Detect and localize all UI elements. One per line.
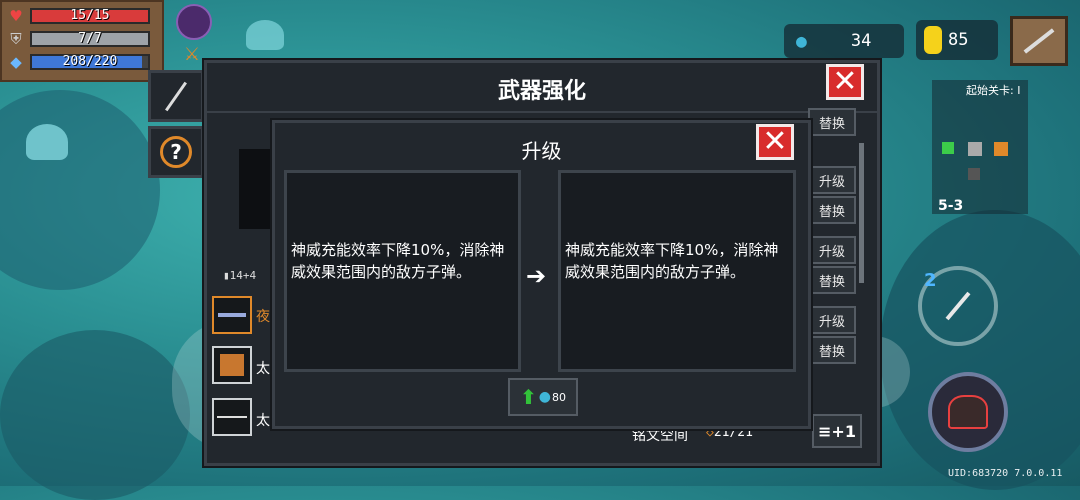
gem-counter: ● 34: [784, 24, 904, 58]
weapon-slot-button[interactable]: [1010, 16, 1068, 66]
confirm-upgrade-button[interactable]: ⬆ ● 80: [508, 378, 578, 416]
armor-bar: 7/7: [30, 31, 150, 47]
katana-icon: [1023, 28, 1055, 54]
upgrade-button[interactable]: 升级: [808, 236, 856, 264]
add-inscription-button[interactable]: ≡+1: [812, 414, 862, 448]
coin-icon: [924, 26, 942, 54]
minimap-room: [942, 142, 954, 154]
minimap[interactable]: 起始关卡: I 5-3: [932, 80, 1028, 214]
weapon-list-item[interactable]: [212, 346, 252, 384]
effect-after-box: 神威充能效率下降10%，消除神威效果范围内的敌方子弹。: [558, 170, 796, 372]
energy-text: 208/220: [62, 54, 118, 69]
panel-header-divider: [207, 111, 877, 113]
character-skill-button[interactable]: [928, 372, 1008, 452]
katana-icon: [945, 291, 971, 321]
bg-coral: [0, 330, 190, 500]
minimap-room: [994, 142, 1008, 156]
weapon-list-item[interactable]: [212, 398, 252, 436]
replace-button[interactable]: 替换: [808, 196, 856, 224]
bg-coral: [0, 90, 160, 290]
jellyfish-icon: [246, 20, 284, 50]
diamond-icon: ◆: [10, 53, 22, 71]
weapon-list-label: 夜: [256, 309, 270, 325]
hp-row: ♥ 15/15: [6, 7, 150, 25]
weapon-list-label: 太: [256, 413, 270, 429]
arrow-right-icon: ➔: [526, 262, 547, 290]
upgrade-title: 升级: [521, 139, 562, 163]
coin-counter: 85: [916, 20, 998, 60]
upgrade-cost: 80: [551, 390, 566, 404]
energy-row: ◆ 208/220: [6, 53, 150, 71]
weapon-panel-close-button[interactable]: ✕: [826, 64, 864, 100]
ninja-icon: [948, 395, 988, 429]
help-icon: ?: [160, 136, 192, 168]
katana-icon: [165, 81, 187, 111]
upgrade-dialog-close-button[interactable]: ✕: [756, 124, 794, 160]
hp-bar: 15/15: [30, 8, 150, 24]
energy-bar: 208/220: [30, 54, 150, 70]
side-scrollbar[interactable]: [859, 143, 864, 283]
up-arrow-icon: ⬆: [520, 385, 537, 409]
demon-buff-icon: [176, 4, 212, 40]
weapon-stat: ▮14+4: [223, 269, 257, 282]
minimap-room: [968, 168, 980, 180]
shield-icon: ⛨: [10, 30, 22, 48]
sword-buff-icon: ⚔: [183, 44, 201, 65]
replace-button[interactable]: 替换: [808, 336, 856, 364]
jellyfish-icon: [26, 124, 68, 160]
heart-icon: ♥: [9, 7, 23, 25]
replace-button[interactable]: 替换: [808, 266, 856, 294]
minimap-label: 起始关卡: I: [966, 84, 1021, 97]
help-tab[interactable]: ?: [148, 126, 204, 178]
effect-before-box: 神威充能效率下降10%，消除神威效果范围内的敌方子弹。: [284, 170, 521, 372]
spear-icon: [218, 313, 246, 317]
weapon-tab[interactable]: [148, 70, 204, 122]
weapon-list-item[interactable]: [212, 296, 252, 334]
gem-icon: ●: [538, 389, 551, 405]
minimap-room: [968, 142, 982, 156]
armor-row: ⛨ 7/7: [6, 30, 150, 48]
gem-icon: ●: [796, 30, 807, 52]
effect-before-text: 神威充能效率下降10%，消除神威效果范围内的敌方子弹。: [291, 241, 505, 281]
effect-after-text: 神威充能效率下降10%，消除神威效果范围内的敌方子弹。: [565, 241, 779, 281]
weapon-list-label: 太: [256, 361, 270, 377]
skill-charge-count: 2: [924, 270, 937, 291]
katana-icon: [217, 416, 247, 418]
replace-button[interactable]: 替换: [808, 108, 856, 136]
stage-label: 5-3: [938, 198, 964, 214]
armor-text: 7/7: [78, 31, 102, 46]
hp-text: 15/15: [70, 8, 110, 23]
coin-count: 85: [948, 30, 969, 50]
upgrade-button[interactable]: 升级: [808, 166, 856, 194]
upgrade-button[interactable]: 升级: [808, 306, 856, 334]
gem-count: 34: [850, 31, 872, 51]
panel-title: 武器强化: [497, 79, 586, 104]
hammer-icon: [220, 354, 244, 376]
footer-uid: UID:683720 7.0.0.11: [948, 468, 1063, 479]
